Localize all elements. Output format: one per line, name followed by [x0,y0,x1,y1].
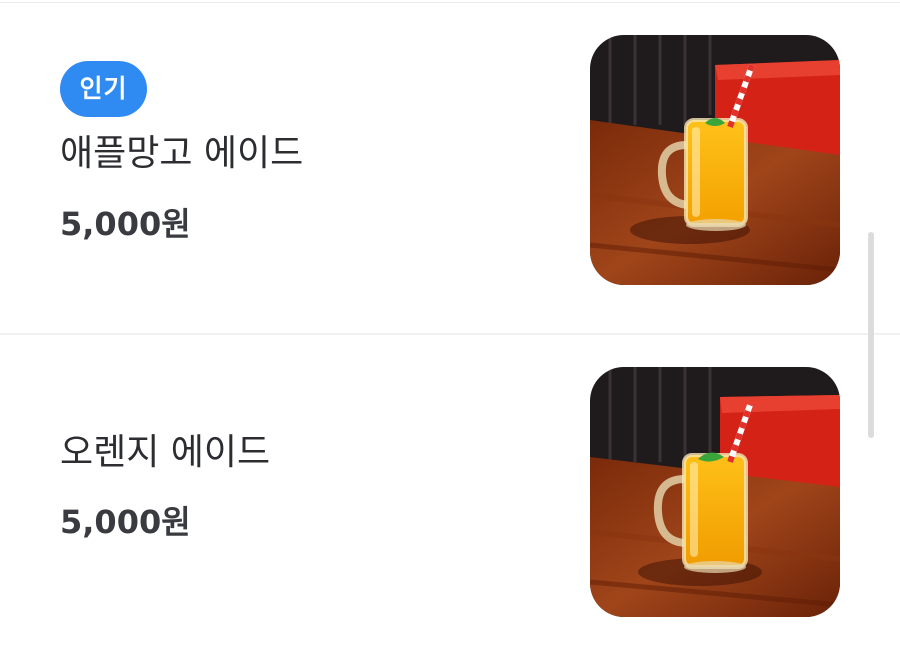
menu-item-name: 애플망고 에이드 [60,133,304,174]
menu-item-photo [590,367,840,617]
menu-item-price: 5,000원 [60,205,191,243]
scrollbar[interactable] [868,232,874,438]
menu-item-name: 오렌지 에이드 [60,432,271,473]
menu-item[interactable]: 오렌지 에이드 5,000원 [0,335,900,654]
menu-item-price: 5,000원 [60,503,191,541]
popular-badge: 인기 [60,61,147,117]
menu-list-page: 인기 애플망고 에이드 5,000원 오렌지 에이드 5,000원 [0,0,900,654]
menu-item-photo [590,35,840,285]
menu-item[interactable]: 인기 애플망고 에이드 5,000원 [0,3,900,335]
